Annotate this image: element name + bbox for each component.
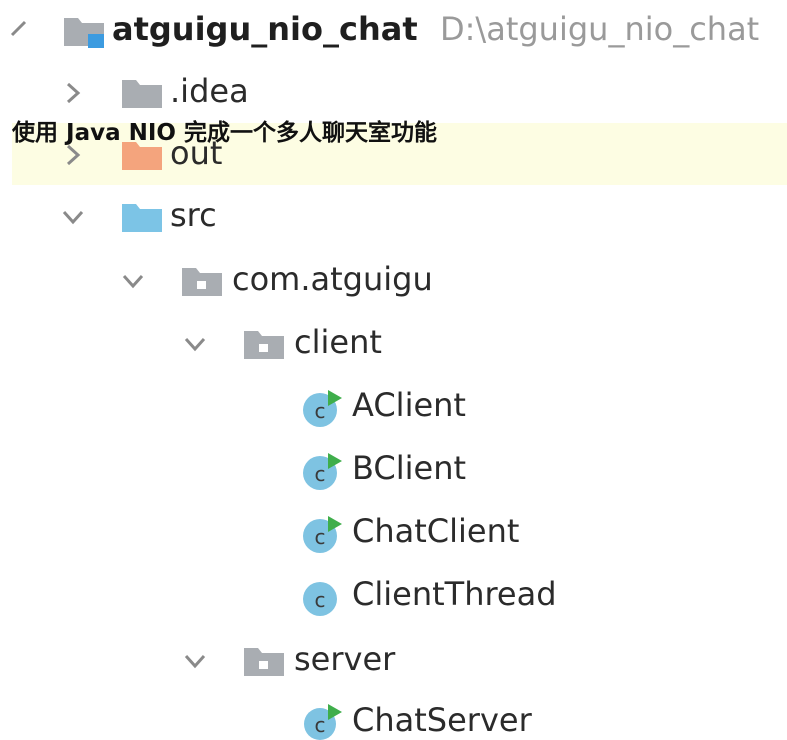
tree-label-class: ChatServer bbox=[352, 701, 532, 739]
svg-text:c: c bbox=[315, 588, 326, 612]
package-icon bbox=[244, 331, 284, 359]
tree-label-package: com.atguigu bbox=[232, 260, 433, 298]
svg-text:c: c bbox=[315, 713, 326, 737]
tree-label-class: ChatClient bbox=[352, 512, 520, 550]
tree-label-src: src bbox=[170, 196, 217, 234]
tree-row-idea[interactable]: .idea bbox=[0, 62, 787, 124]
module-folder-icon bbox=[64, 18, 104, 48]
tree-label-class: ClientThread bbox=[352, 575, 557, 613]
tree-label-class: BClient bbox=[352, 449, 467, 487]
tree-row-src[interactable]: src bbox=[0, 186, 787, 248]
runnable-class-icon: c bbox=[303, 453, 342, 490]
chevron-down-icon[interactable] bbox=[60, 204, 86, 230]
tree-label-class: AClient bbox=[352, 386, 466, 424]
tree-row-package[interactable]: com.atguigu bbox=[0, 250, 787, 312]
project-name: atguigu_nio_chat bbox=[112, 10, 418, 48]
tree-row-client-pkg[interactable]: client bbox=[0, 313, 787, 375]
chevron-down-icon[interactable] bbox=[182, 331, 208, 357]
tree-row-class[interactable]: c BClient bbox=[0, 439, 787, 501]
chevron-right-icon[interactable] bbox=[60, 80, 86, 106]
runnable-class-icon: c bbox=[303, 390, 342, 427]
caption: 使用 Java NIO 完成一个多人聊天室功能 bbox=[12, 120, 437, 146]
chevron-down-icon[interactable] bbox=[120, 268, 146, 294]
java-class-icon: c bbox=[303, 582, 337, 616]
tree-label-server-pkg: server bbox=[294, 640, 396, 678]
chevron-down-icon[interactable] bbox=[182, 648, 208, 674]
chevron-down-icon[interactable] bbox=[6, 16, 32, 42]
svg-text:c: c bbox=[315, 462, 326, 486]
tree-row-class[interactable]: c ChatClient bbox=[0, 502, 787, 564]
tree-row-class[interactable]: c ChatServer bbox=[0, 692, 787, 740]
tree-label-idea: .idea bbox=[170, 72, 249, 110]
tree-row-project-root[interactable]: atguigu_nio_chat D:\atguigu_nio_chat bbox=[0, 0, 787, 62]
tree-label-client-pkg: client bbox=[294, 323, 382, 361]
project-tree: atguigu_nio_chat D:\atguigu_nio_chat .id… bbox=[0, 0, 787, 740]
package-icon bbox=[182, 268, 222, 296]
tree-row-class[interactable]: c ClientThread bbox=[0, 565, 787, 627]
tree-row-class[interactable]: c AClient bbox=[0, 376, 787, 438]
svg-text:c: c bbox=[315, 399, 326, 423]
project-path: D:\atguigu_nio_chat bbox=[440, 10, 760, 48]
svg-text:c: c bbox=[315, 525, 326, 549]
tree-row-server-pkg[interactable]: server bbox=[0, 630, 787, 692]
package-icon bbox=[244, 648, 284, 676]
runnable-class-icon: c bbox=[303, 516, 342, 553]
folder-icon bbox=[122, 80, 162, 108]
runnable-class-icon: c bbox=[304, 704, 342, 740]
source-folder-icon bbox=[122, 204, 162, 232]
